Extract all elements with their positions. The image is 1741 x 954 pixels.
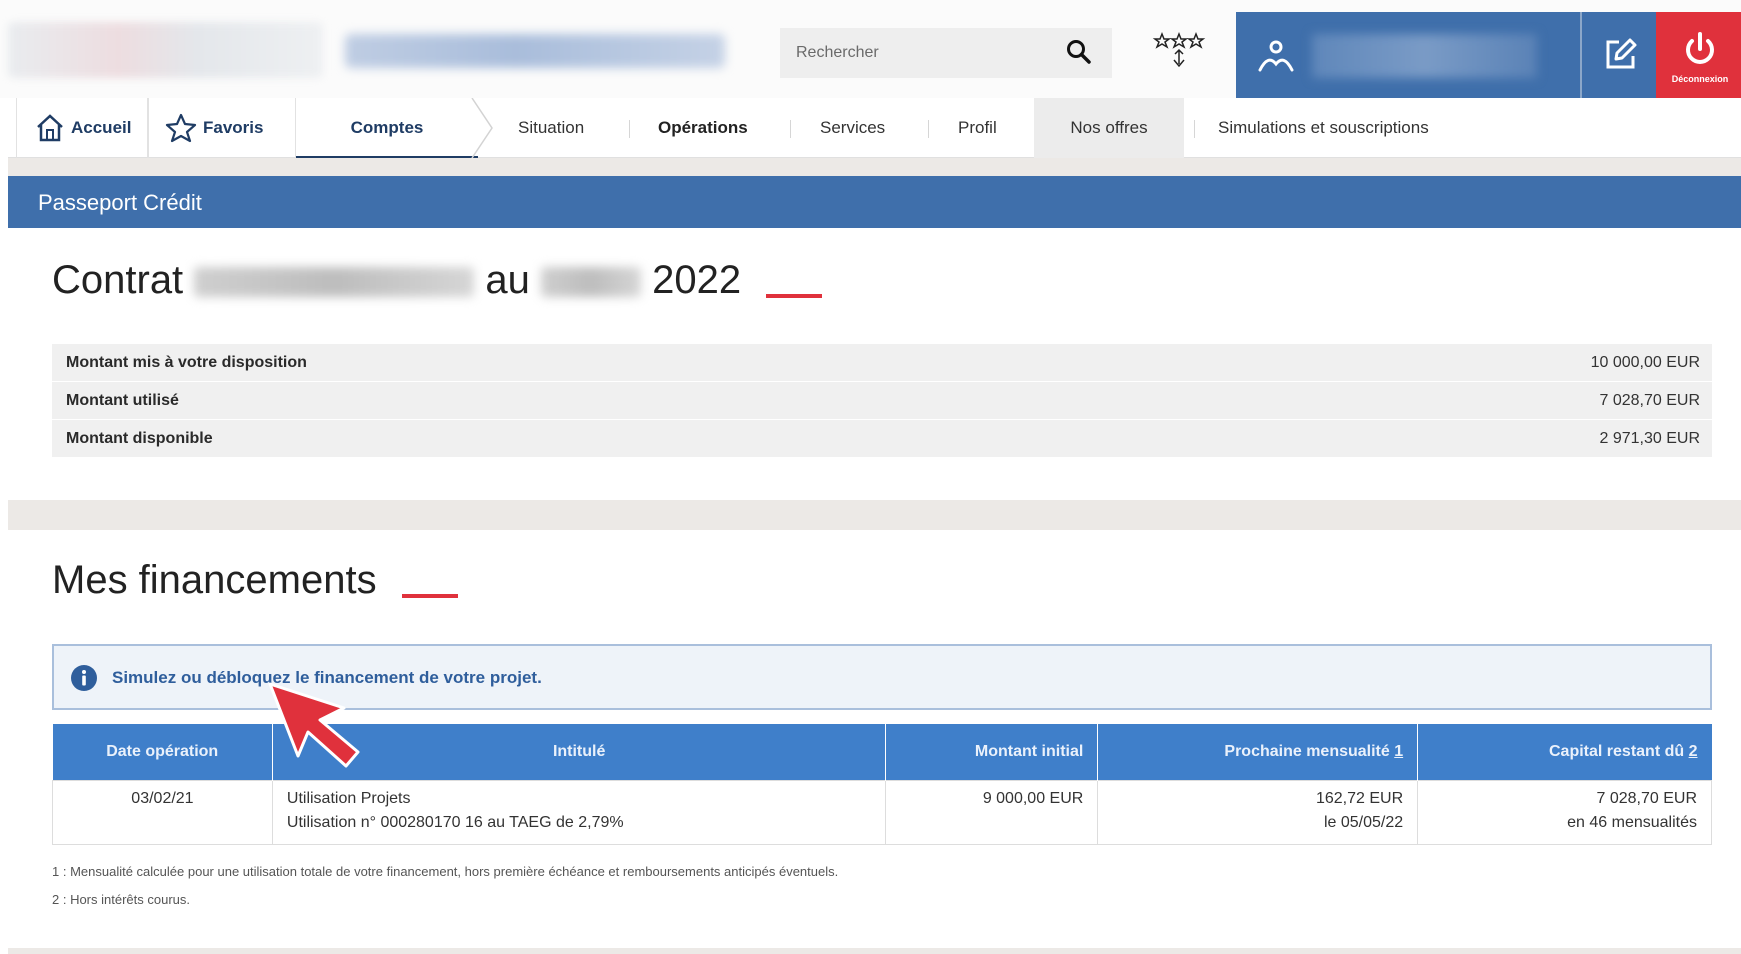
spacer-band bbox=[8, 500, 1741, 530]
cell-next-payment: 162,72 EUR le 05/05/22 bbox=[1097, 779, 1419, 845]
nav-separator bbox=[629, 120, 630, 138]
search-icon bbox=[1067, 40, 1091, 64]
edit-icon bbox=[1606, 38, 1637, 68]
table-row[interactable]: 03/02/21 Utilisation Projets Utilisation… bbox=[52, 779, 1712, 845]
summary-label: Montant disponible bbox=[66, 430, 213, 447]
footnote-ref-2[interactable]: 2 bbox=[1689, 743, 1698, 760]
contract-title-year: 2022 bbox=[652, 258, 742, 302]
search-input[interactable] bbox=[796, 28, 1036, 78]
power-icon bbox=[1686, 32, 1714, 64]
spacer-band bbox=[8, 948, 1741, 954]
footnote-1: 1 : Mensualité calculée pour une utilisa… bbox=[52, 864, 839, 879]
rating-stars-button[interactable] bbox=[1152, 30, 1206, 70]
cell-capital: 7 028,70 EUR en 46 mensualités bbox=[1417, 779, 1712, 845]
section-header: Passeport Crédit bbox=[8, 176, 1741, 228]
summary-row: Montant disponible 2 971,30 EUR bbox=[52, 420, 1712, 458]
nav-services[interactable]: Services bbox=[820, 98, 885, 158]
nav-favorites[interactable]: Favoris bbox=[148, 98, 296, 158]
cell-label: Utilisation Projets Utilisation n° 00028… bbox=[271, 779, 887, 845]
nav-simulations-label: Simulations et souscriptions bbox=[1218, 118, 1429, 137]
nav-simulations[interactable]: Simulations et souscriptions bbox=[1218, 98, 1429, 158]
financements-title-text: Mes financements bbox=[52, 558, 377, 602]
user-name-blurred bbox=[1312, 34, 1537, 78]
column-header-date[interactable]: Date opération bbox=[52, 724, 273, 780]
cell-label-line1: Utilisation Projets bbox=[286, 789, 411, 807]
user-account-area[interactable] bbox=[1236, 12, 1656, 98]
contract-summary: Montant mis à votre disposition 10 000,0… bbox=[52, 344, 1712, 458]
table-header-row: Date opération Intitulé Montant initial … bbox=[52, 724, 1712, 780]
search-button[interactable] bbox=[1062, 38, 1096, 68]
star-icon bbox=[165, 113, 197, 143]
nav-home-label: Accueil bbox=[71, 118, 132, 137]
footnote-ref-1[interactable]: 1 bbox=[1394, 743, 1403, 760]
cell-capital-detail: en 46 mensualités bbox=[1567, 813, 1697, 831]
logout-label: Déconnexion bbox=[1671, 74, 1729, 84]
nav-services-label: Services bbox=[820, 118, 886, 137]
summary-value: 7 028,70 EUR bbox=[1599, 392, 1700, 409]
contract-title-middle: au bbox=[485, 258, 530, 302]
nav-separator bbox=[790, 120, 791, 138]
nav-accounts-label: Comptes bbox=[350, 118, 424, 137]
contract-title: Contrat au 2022 bbox=[52, 258, 823, 303]
column-header-initial[interactable]: Montant initial bbox=[885, 724, 1099, 780]
user-icon bbox=[1258, 40, 1294, 72]
column-header-capital[interactable]: Capital restant dû 2 bbox=[1417, 724, 1712, 780]
main-navigation: Accueil Favoris Comptes Situation Opérat… bbox=[8, 98, 1741, 158]
contract-number-blurred bbox=[194, 267, 475, 298]
page: Déconnexion Accueil Favoris Comptes Si bbox=[0, 0, 1741, 954]
info-icon bbox=[71, 665, 97, 691]
summary-value: 10 000,00 EUR bbox=[1590, 354, 1700, 371]
info-banner: Simulez ou débloquez le financement de v… bbox=[52, 644, 1712, 710]
cell-capital-amount: 7 028,70 EUR bbox=[1596, 789, 1697, 807]
spacer-band bbox=[8, 158, 1741, 176]
summary-value: 2 971,30 EUR bbox=[1599, 430, 1700, 447]
contract-date-blurred bbox=[541, 267, 642, 298]
title-accent-dash bbox=[401, 594, 458, 599]
footnote-2: 2 : Hors intérêts courus. bbox=[52, 892, 190, 907]
summary-label: Montant mis à votre disposition bbox=[66, 354, 307, 371]
nav-operations[interactable]: Opérations bbox=[658, 98, 748, 158]
title-accent-dash bbox=[766, 294, 823, 299]
cell-initial: 9 000,00 EUR bbox=[885, 779, 1099, 845]
rating-stars-icon bbox=[1152, 31, 1206, 68]
home-icon bbox=[37, 114, 63, 142]
nav-profile[interactable]: Profil bbox=[958, 98, 997, 158]
column-header-label[interactable]: Intitulé bbox=[272, 724, 887, 780]
search-bar bbox=[780, 28, 1112, 78]
cell-next-date: le 05/05/22 bbox=[1323, 813, 1404, 831]
nav-situation-label: Situation bbox=[518, 118, 585, 137]
nav-profile-label: Profil bbox=[958, 118, 997, 137]
nav-offers-label: Nos offres bbox=[1070, 118, 1148, 137]
cell-next-amount: 162,72 EUR bbox=[1315, 789, 1404, 807]
financements-title: Mes financements bbox=[52, 558, 458, 603]
cell-label-line2: Utilisation n° 000280170 16 au TAEG de 2… bbox=[286, 813, 624, 831]
contract-title-prefix: Contrat bbox=[52, 258, 184, 302]
column-header-next-payment[interactable]: Prochaine mensualité 1 bbox=[1097, 724, 1419, 780]
user-separator bbox=[1580, 12, 1582, 98]
bank-name-blurred bbox=[345, 34, 725, 68]
edit-button[interactable] bbox=[1596, 34, 1644, 78]
nav-separator bbox=[1194, 120, 1195, 138]
summary-row: Montant utilisé 7 028,70 EUR bbox=[52, 382, 1712, 420]
cell-date: 03/02/21 bbox=[52, 779, 273, 845]
nav-separator bbox=[928, 120, 929, 138]
logout-button[interactable]: Déconnexion bbox=[1656, 12, 1741, 98]
summary-row: Montant mis à votre disposition 10 000,0… bbox=[52, 344, 1712, 382]
top-header: Déconnexion bbox=[0, 0, 1741, 98]
nav-offers[interactable]: Nos offres bbox=[1034, 98, 1184, 158]
nav-accounts[interactable]: Comptes bbox=[296, 98, 478, 158]
simulate-financing-link[interactable]: Simulez ou débloquez le financement de v… bbox=[112, 668, 542, 688]
bank-logo-blurred bbox=[8, 22, 323, 78]
summary-label: Montant utilisé bbox=[66, 392, 179, 409]
financements-table: Date opération Intitulé Montant initial … bbox=[52, 724, 1712, 845]
nav-operations-label: Opérations bbox=[658, 118, 748, 137]
section-title: Passeport Crédit bbox=[38, 190, 202, 215]
nav-favorites-label: Favoris bbox=[203, 118, 264, 137]
nav-situation[interactable]: Situation bbox=[518, 98, 584, 158]
breadcrumb-chevron-icon bbox=[471, 98, 493, 158]
nav-home[interactable]: Accueil bbox=[16, 98, 148, 158]
